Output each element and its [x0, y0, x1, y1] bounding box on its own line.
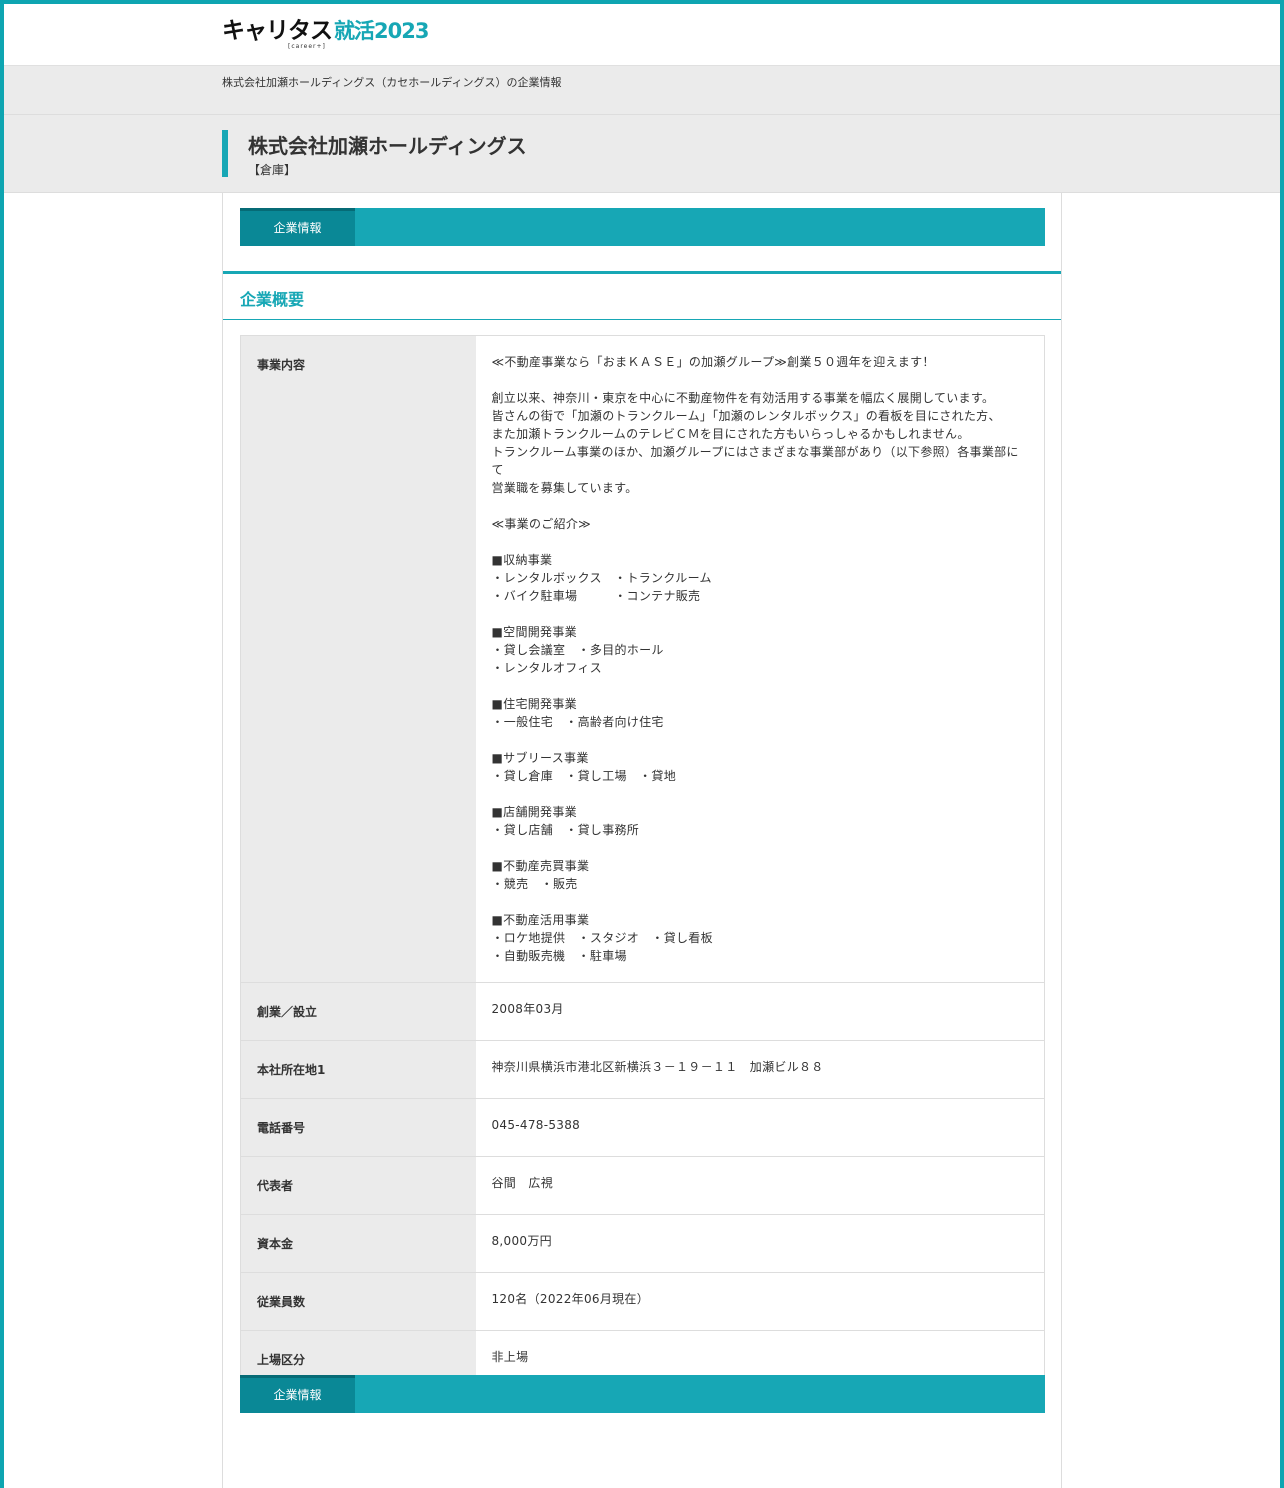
- row-value: 120名（2022年06月現在）: [475, 1272, 1045, 1331]
- table-row: 創業／設立 2008年03月: [240, 982, 1045, 1041]
- section-title: 企業概要: [240, 290, 305, 309]
- row-label: 従業員数: [240, 1272, 476, 1331]
- company-title-bar: 株式会社加瀬ホールディングス 【倉庫】: [4, 115, 1280, 193]
- row-value: 8,000万円: [475, 1214, 1045, 1273]
- row-label: 電話番号: [240, 1098, 476, 1157]
- row-label: 資本金: [240, 1214, 476, 1273]
- table-row: 電話番号 045-478-5388: [240, 1098, 1045, 1157]
- row-value: 神奈川県横浜市港北区新横浜３－１９－１１ 加瀬ビル８８: [475, 1040, 1045, 1099]
- section-header: 企業概要: [223, 271, 1061, 320]
- logo-main-text: キャリタス: [222, 18, 333, 44]
- company-overview-table: 事業内容 ≪不動産事業なら「おまＫＡＳＥ」の加瀬グループ≫創業５０週年を迎えます！…: [240, 335, 1045, 1389]
- row-value: ≪不動産事業なら「おまＫＡＳＥ」の加瀬グループ≫創業５０週年を迎えます！ 創立以…: [475, 335, 1045, 983]
- tab-company-info-bottom[interactable]: 企業情報: [240, 1375, 355, 1413]
- table-row: 本社所在地1 神奈川県横浜市港北区新横浜３－１９－１１ 加瀬ビル８８: [240, 1040, 1045, 1099]
- tab-bar-bottom: 企業情報: [240, 1375, 1045, 1413]
- page-frame: キャリタス 就活2023 [career+] 株式会社加瀬ホールディングス（カセ…: [0, 0, 1284, 1488]
- row-value: 045-478-5388: [475, 1098, 1045, 1157]
- breadcrumb-bar: 株式会社加瀬ホールディングス（カセホールディングス）の企業情報: [4, 65, 1280, 115]
- site-header: キャリタス 就活2023 [career+]: [4, 4, 1280, 65]
- title-accent-bar: [222, 130, 228, 177]
- row-value: 谷間 広視: [475, 1156, 1045, 1215]
- table-row: 資本金 8,000万円: [240, 1214, 1045, 1273]
- row-value: 2008年03月: [475, 982, 1045, 1041]
- industry-label: 【倉庫】: [248, 163, 297, 177]
- breadcrumb: 株式会社加瀬ホールディングス（カセホールディングス）の企業情報: [222, 76, 562, 89]
- row-label: 創業／設立: [240, 982, 476, 1041]
- logo-sub-text: [career+]: [288, 43, 326, 50]
- table-row: 代表者 谷間 広視: [240, 1156, 1045, 1215]
- table-row: 事業内容 ≪不動産事業なら「おまＫＡＳＥ」の加瀬グループ≫創業５０週年を迎えます！…: [240, 335, 1045, 983]
- tab-company-info[interactable]: 企業情報: [240, 208, 355, 246]
- tab-bar-top: 企業情報: [240, 208, 1045, 246]
- logo-accent-text: 就活2023: [334, 19, 429, 43]
- main-content: 企業情報 企業概要 事業内容 ≪不動産事業なら「おまＫＡＳＥ」の加瀬グループ≫創業…: [222, 193, 1062, 1488]
- row-label: 本社所在地1: [240, 1040, 476, 1099]
- row-label: 代表者: [240, 1156, 476, 1215]
- page-title: 株式会社加瀬ホールディングス: [248, 136, 527, 158]
- table-row: 従業員数 120名（2022年06月現在）: [240, 1272, 1045, 1331]
- site-logo[interactable]: キャリタス 就活2023 [career+]: [222, 18, 429, 50]
- row-label: 事業内容: [240, 335, 476, 983]
